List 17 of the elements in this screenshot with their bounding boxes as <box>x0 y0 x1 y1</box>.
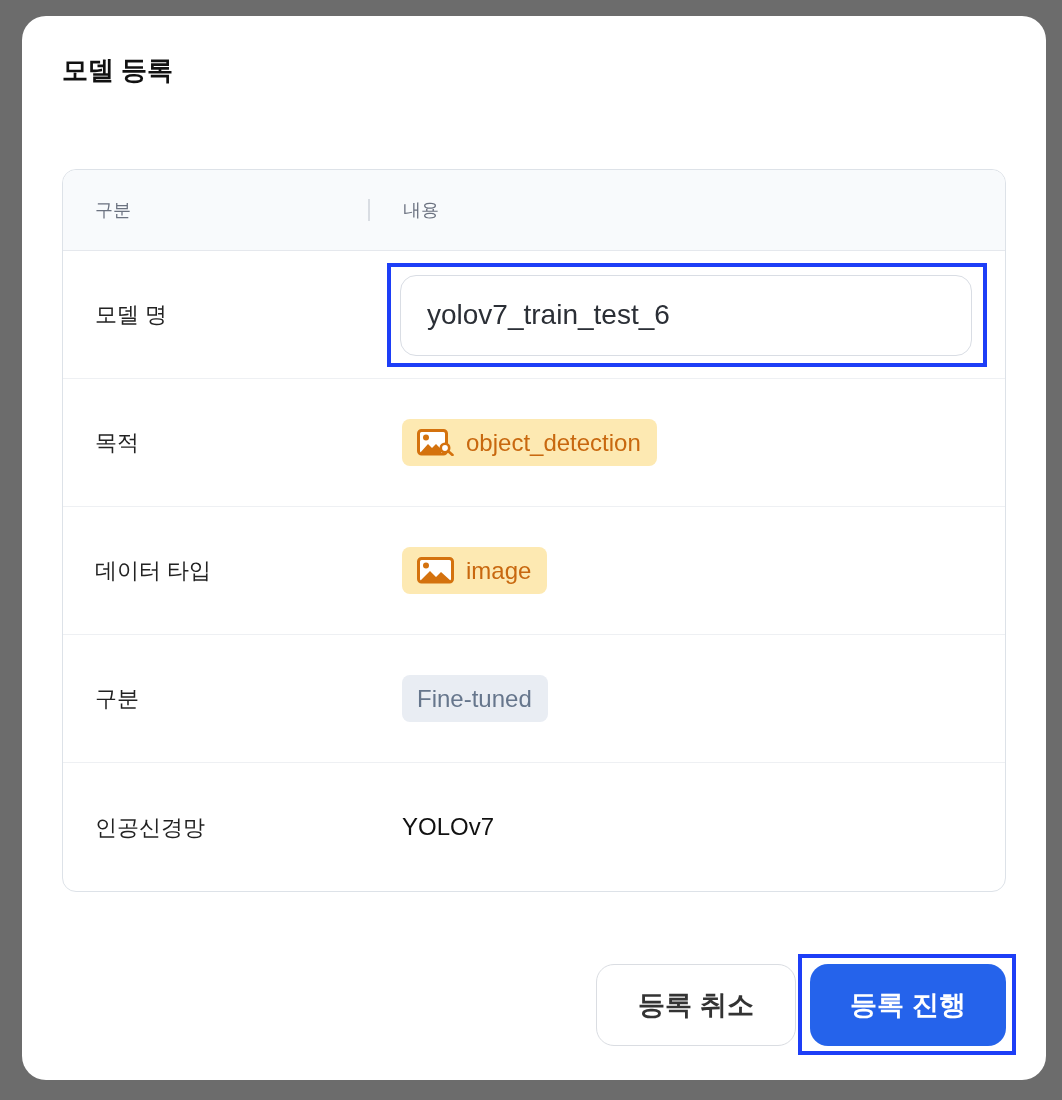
row-label: 목적 <box>95 430 139 455</box>
category-tag: Fine-tuned <box>402 675 548 722</box>
column-header: 구분 <box>95 199 131 220</box>
data-type-tag: image <box>402 547 548 594</box>
row-label: 모델 명 <box>95 302 168 327</box>
row-label: 인공신경망 <box>95 814 205 840</box>
cancel-button[interactable]: 등록 취소 <box>596 964 796 1046</box>
purpose-tag: object_detection <box>402 419 657 466</box>
column-header: 내용 <box>402 198 439 222</box>
row-label: 구분 <box>95 686 139 711</box>
dialog-title: 모델 등록 <box>62 54 174 87</box>
image-icon <box>417 557 454 584</box>
model-name-input[interactable]: yolov7_train_test_6 <box>400 274 972 356</box>
row-label: 데이터 타입 <box>95 558 212 583</box>
confirm-button[interactable]: 등록 진행 <box>810 964 1006 1046</box>
row-value: YOLOv7 <box>402 812 495 842</box>
image-search-icon <box>417 429 454 456</box>
